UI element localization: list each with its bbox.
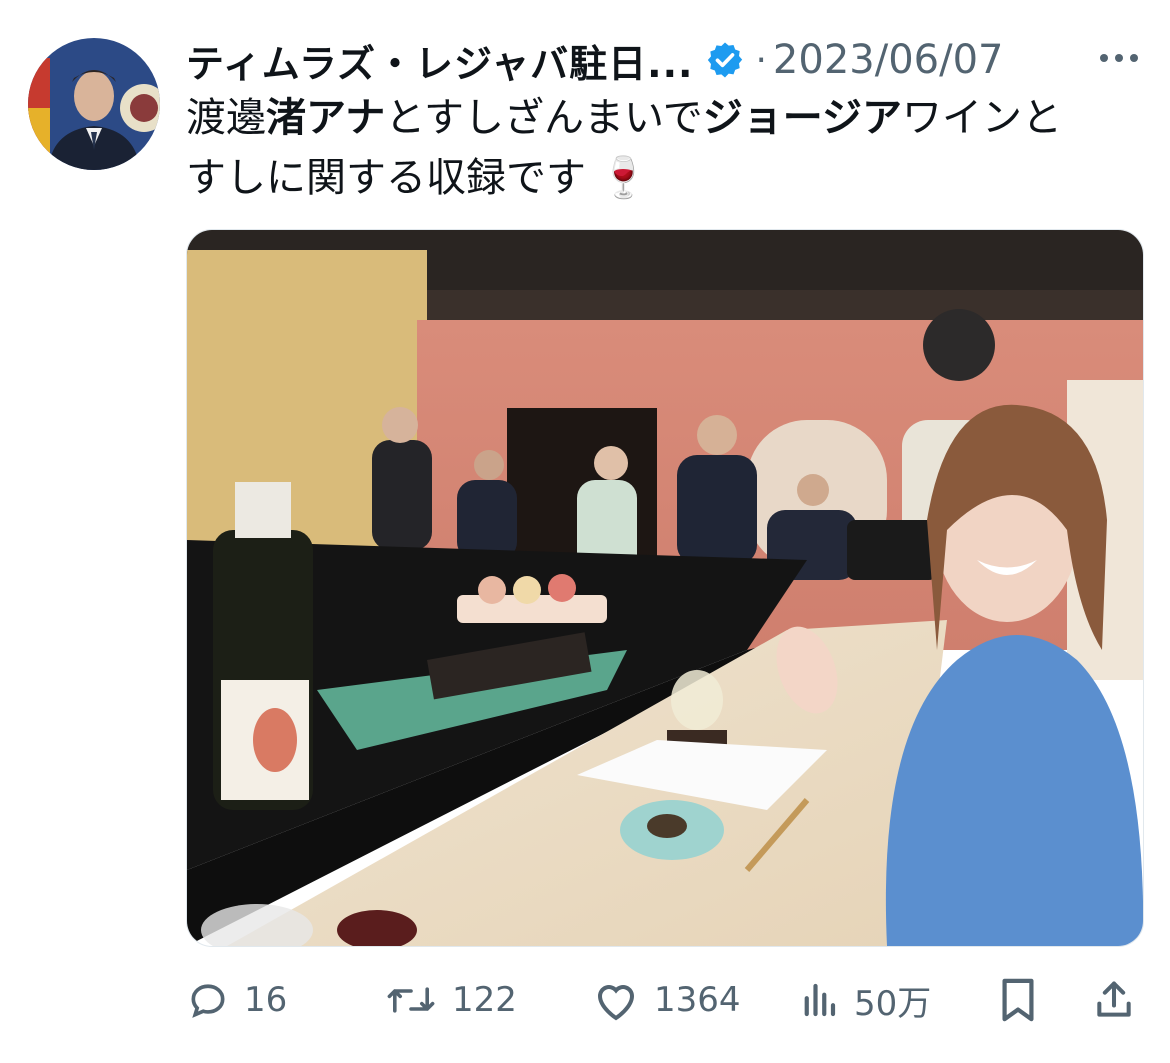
wine-glass-emoji: 🍷 — [598, 155, 649, 201]
tweet-date[interactable]: 2023/06/07 — [773, 37, 1004, 83]
bookmark-button[interactable] — [998, 972, 1038, 1028]
tweet-header: ティムラズ・レジャバ駐日... · 2023/06/07 — [186, 30, 1146, 90]
text-part: 渡邊 — [186, 95, 266, 141]
author-name[interactable]: ティムラズ・レジャバ駐日... — [186, 33, 693, 88]
tweet-photo[interactable] — [186, 229, 1144, 947]
reply-button[interactable]: 16 — [186, 972, 287, 1028]
avatar-image — [28, 38, 160, 170]
views-count: 50万 — [854, 983, 932, 1024]
retweet-button[interactable]: 122 — [384, 972, 517, 1028]
share-button[interactable] — [1092, 972, 1136, 1028]
photo-illustration — [187, 230, 1143, 946]
like-count: 1364 — [654, 980, 741, 1020]
reply-count: 16 — [244, 980, 288, 1020]
text-part: すしに関する収録です — [186, 155, 586, 201]
retweet-count: 122 — [452, 980, 517, 1020]
tweet-text: 渡邊渚アナとすしざんまいでジョージアワインとすしに関する収録です 🍷 — [186, 88, 1136, 208]
more-icon[interactable] — [1096, 38, 1142, 78]
like-button[interactable]: 1364 — [592, 972, 741, 1028]
views-icon — [804, 983, 836, 1017]
retweet-icon — [387, 987, 435, 1013]
share-icon — [1097, 981, 1131, 1017]
text-part-bold: ジョージア — [702, 95, 903, 141]
avatar[interactable] — [28, 38, 160, 170]
action-bar: 16 122 1364 50万 — [186, 972, 1142, 1028]
verified-badge-icon — [705, 40, 745, 80]
views-button[interactable]: 50万 — [798, 972, 931, 1028]
text-part: ワインと — [902, 95, 1063, 141]
heart-icon — [597, 985, 635, 1021]
bookmark-icon — [1002, 978, 1034, 1022]
text-part-bold: 渚アナ — [266, 95, 386, 141]
reply-icon — [191, 984, 225, 1018]
text-part: とすしざんまいで — [385, 95, 703, 141]
separator-dot: · — [755, 39, 767, 81]
